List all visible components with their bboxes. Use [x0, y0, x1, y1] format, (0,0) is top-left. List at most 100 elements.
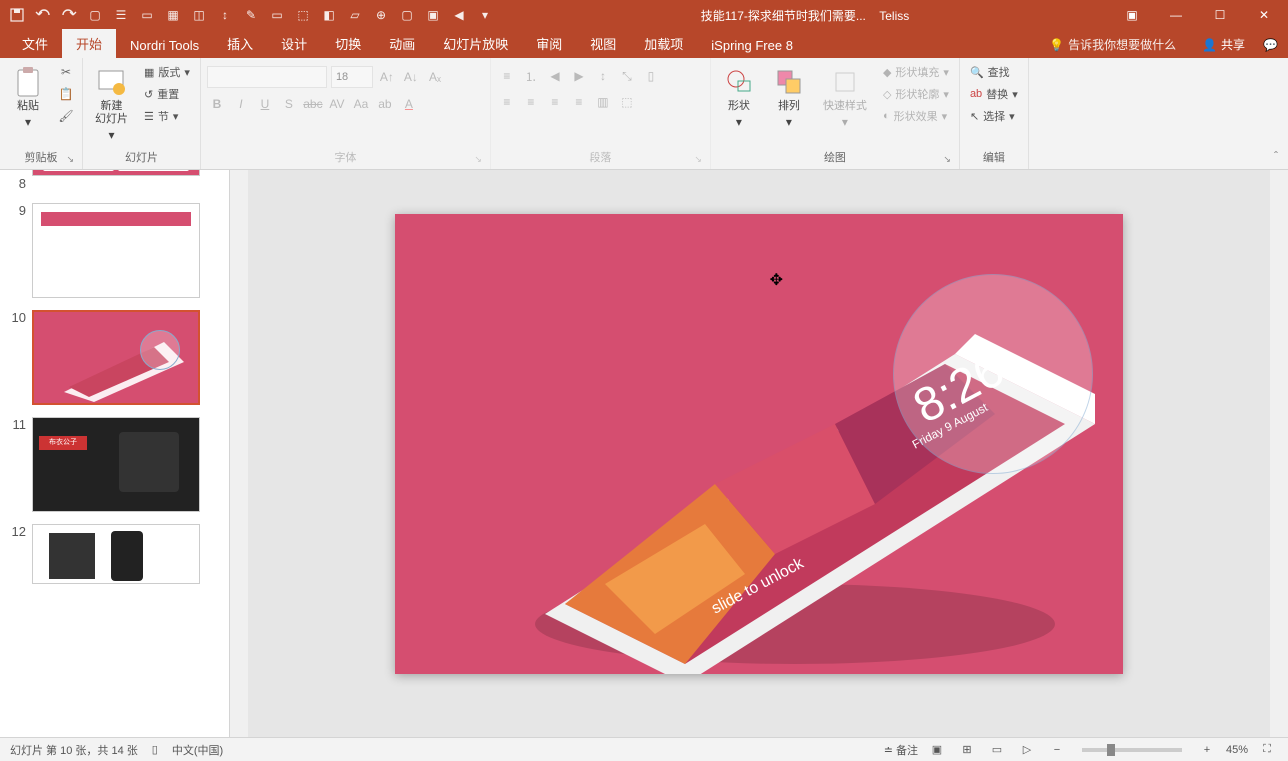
font-color-icon[interactable]: A	[399, 94, 419, 114]
tab-view[interactable]: 视图	[576, 29, 630, 58]
numbering-icon[interactable]: ⒈	[521, 66, 541, 86]
qat-item-6[interactable]: ▭	[138, 6, 156, 24]
qat-item-10[interactable]: ✎	[242, 6, 260, 24]
qat-item-4[interactable]: ▢	[86, 6, 104, 24]
section-button[interactable]: ☰节▾	[140, 106, 194, 126]
normal-view-icon[interactable]: ▣	[926, 741, 948, 759]
indent-dec-icon[interactable]: ◀	[545, 66, 565, 86]
tab-ispring[interactable]: iSpring Free 8	[697, 33, 807, 58]
qat-dropdown-icon[interactable]: ▾	[476, 6, 494, 24]
tab-nordri[interactable]: Nordri Tools	[116, 33, 213, 58]
new-slide-button[interactable]: 新建 幻灯片 ▾	[89, 62, 134, 146]
shapes-button[interactable]: 形状▾	[717, 62, 761, 133]
select-button[interactable]: ↖选择▾	[966, 106, 1022, 126]
undo-icon[interactable]	[34, 6, 52, 24]
spacing-icon[interactable]: AV	[327, 94, 347, 114]
canvas-scrollbar[interactable]	[1270, 170, 1288, 737]
zoom-in-icon[interactable]: +	[1196, 741, 1218, 759]
dialog-launcher-icon[interactable]: ↘	[943, 154, 951, 165]
collapse-ribbon-icon[interactable]: ˆ	[1274, 149, 1278, 163]
slide-thumbnail-8[interactable]: 8	[0, 170, 229, 197]
fit-window-icon[interactable]: ⛶	[1256, 741, 1278, 759]
tab-insert[interactable]: 插入	[213, 29, 267, 58]
qat-item-8[interactable]: ◫	[190, 6, 208, 24]
quick-styles-button[interactable]: 快速样式▾	[817, 62, 873, 133]
reset-button[interactable]: ↺重置	[140, 84, 194, 104]
slide-thumbnail-10[interactable]: 10	[0, 304, 229, 411]
language-indicator[interactable]: 中文(中国)	[172, 742, 223, 758]
share-button[interactable]: 👤 共享	[1202, 36, 1245, 53]
reading-view-icon[interactable]: ▭	[986, 741, 1008, 759]
close-icon[interactable]: ✕	[1248, 4, 1280, 26]
tab-addins[interactable]: 加载项	[630, 29, 697, 58]
layout-button[interactable]: ▦版式▾	[140, 62, 194, 82]
qat-item-7[interactable]: ▦	[164, 6, 182, 24]
indent-inc-icon[interactable]: ▶	[569, 66, 589, 86]
qat-item-12[interactable]: ⬚	[294, 6, 312, 24]
tab-home[interactable]: 开始	[62, 29, 116, 58]
line-spacing-icon[interactable]: ↕	[593, 66, 613, 86]
tab-animations[interactable]: 动画	[375, 29, 429, 58]
sorter-view-icon[interactable]: ⊞	[956, 741, 978, 759]
align-text-icon[interactable]: ▯	[641, 66, 661, 86]
tab-file[interactable]: 文件	[8, 29, 62, 58]
shape-fill-button[interactable]: ◆形状填充▾	[879, 62, 953, 82]
replace-button[interactable]: ab替换▾	[966, 84, 1022, 104]
increase-font-icon[interactable]: A↑	[377, 67, 397, 87]
bullets-icon[interactable]: ≡	[497, 66, 517, 86]
qat-item-11[interactable]: ▭	[268, 6, 286, 24]
tab-review[interactable]: 审阅	[522, 29, 576, 58]
magnifier-circle[interactable]	[893, 274, 1093, 474]
qat-item-18[interactable]: ◀	[450, 6, 468, 24]
thumbnail-scrollbar[interactable]	[230, 170, 248, 737]
columns-icon[interactable]: ▥	[593, 92, 613, 112]
align-left-icon[interactable]: ≡	[497, 92, 517, 112]
qat-item-9[interactable]: ↕	[216, 6, 234, 24]
decrease-font-icon[interactable]: A↓	[401, 67, 421, 87]
align-center-icon[interactable]: ≡	[521, 92, 541, 112]
maximize-icon[interactable]: ☐	[1204, 4, 1236, 26]
tab-transitions[interactable]: 切换	[321, 29, 375, 58]
clear-format-icon[interactable]: Aₓ	[425, 67, 445, 87]
underline-icon[interactable]: U	[255, 94, 275, 114]
text-direction-icon[interactable]: ⤡	[617, 66, 637, 86]
zoom-level[interactable]: 45%	[1226, 744, 1248, 756]
qat-item-15[interactable]: ⊕	[372, 6, 390, 24]
slideshow-view-icon[interactable]: ▷	[1016, 741, 1038, 759]
slide-thumbnail-12[interactable]: 12	[0, 518, 229, 590]
redo-icon[interactable]	[60, 6, 78, 24]
thumbnail-panel[interactable]: 8 9 10 11 布衣公子	[0, 170, 230, 737]
arrange-button[interactable]: 排列▾	[767, 62, 811, 133]
tab-slideshow[interactable]: 幻灯片放映	[429, 29, 522, 58]
qat-item-5[interactable]: ☰	[112, 6, 130, 24]
shadow-icon[interactable]: S	[279, 94, 299, 114]
bold-icon[interactable]: B	[207, 94, 227, 114]
case-icon[interactable]: Aa	[351, 94, 371, 114]
dialog-launcher-icon[interactable]: ↘	[66, 154, 74, 165]
slide-canvas[interactable]: 8:26 Friday 9 August slide to unlock ✥	[248, 170, 1270, 737]
tab-design[interactable]: 设计	[267, 29, 321, 58]
notes-button[interactable]: ≐ 备注	[884, 742, 918, 758]
copy-icon[interactable]: 📋	[56, 84, 76, 104]
font-family-select[interactable]	[207, 66, 327, 88]
zoom-slider[interactable]	[1082, 748, 1182, 752]
current-slide[interactable]: 8:26 Friday 9 August slide to unlock ✥	[395, 214, 1123, 674]
spell-check-icon[interactable]: ▯	[152, 743, 158, 756]
qat-item-17[interactable]: ▣	[424, 6, 442, 24]
dialog-launcher-icon[interactable]: ↘	[694, 154, 702, 165]
zoom-out-icon[interactable]: −	[1046, 741, 1068, 759]
slide-thumbnail-9[interactable]: 9	[0, 197, 229, 304]
qat-item-13[interactable]: ◧	[320, 6, 338, 24]
qat-item-16[interactable]: ▢	[398, 6, 416, 24]
italic-icon[interactable]: I	[231, 94, 251, 114]
paste-button[interactable]: 粘贴 ▾	[6, 62, 50, 133]
minimize-icon[interactable]: —	[1160, 4, 1192, 26]
shape-outline-button[interactable]: ◇形状轮廓▾	[879, 84, 953, 104]
slide-thumbnail-11[interactable]: 11 布衣公子	[0, 411, 229, 518]
dialog-launcher-icon[interactable]: ↘	[474, 154, 482, 165]
save-icon[interactable]	[8, 6, 26, 24]
ribbon-display-icon[interactable]: ▣	[1116, 4, 1148, 26]
strike-icon[interactable]: abc	[303, 94, 323, 114]
format-painter-icon[interactable]: 🖌	[56, 106, 76, 126]
comments-icon[interactable]: 💬	[1263, 38, 1278, 52]
